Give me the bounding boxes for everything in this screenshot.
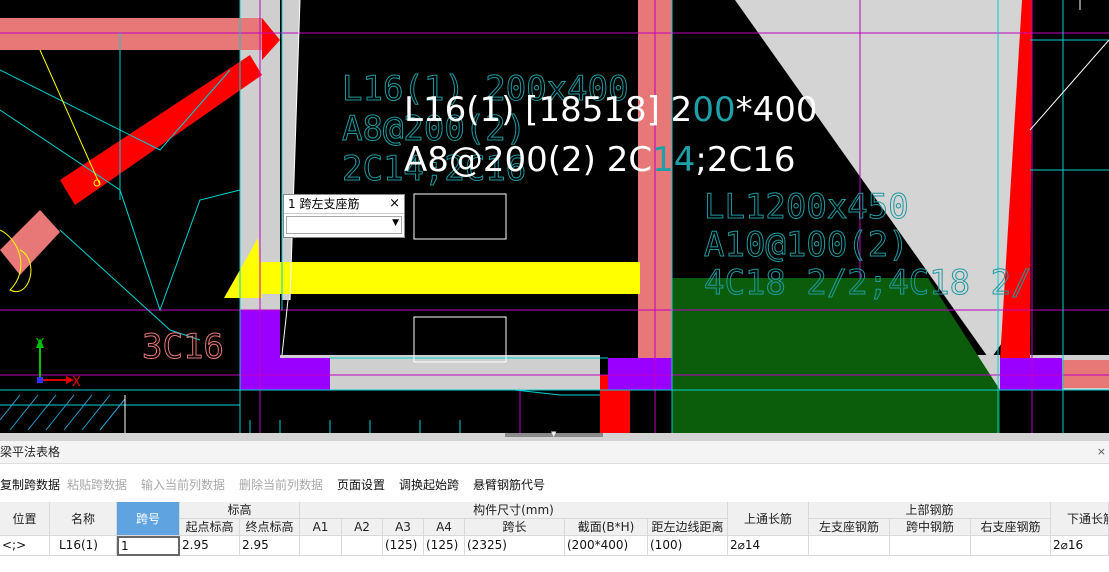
- delete-column-button[interactable]: 删除当前列数据: [239, 475, 323, 495]
- axis-x-label: X: [72, 375, 81, 390]
- header-start-elevation: 起点标高: [180, 519, 240, 536]
- beam-name-part: L16(1) [18518] 2: [404, 90, 693, 130]
- panel-close-icon[interactable]: ×: [1097, 441, 1106, 463]
- header-a2: A2: [342, 519, 383, 536]
- cell-a1[interactable]: [300, 536, 342, 556]
- cell-span-length[interactable]: (2325): [465, 536, 565, 556]
- cell-right-support-rebar[interactable]: [971, 536, 1051, 556]
- swap-start-span-button[interactable]: 调换起始跨: [399, 475, 459, 495]
- header-a4: A4: [424, 519, 465, 536]
- cell-end-elevation[interactable]: 2.95: [240, 536, 300, 556]
- beam-name-label: L16(1) [18518] 200*400: [404, 90, 817, 130]
- axis-y-label: Y: [35, 337, 44, 352]
- header-mid-span-rebar: 跨中钢筋: [890, 519, 971, 536]
- ll-stirrup-label: A10@100(2): [704, 225, 909, 265]
- beam-rebar-part: A8@200(2) 2C: [404, 140, 653, 180]
- cantilever-rebar-button[interactable]: 悬臂钢筋代号: [473, 475, 545, 495]
- cell-left-edge-distance[interactable]: (100): [648, 536, 728, 556]
- cell-span-no[interactable]: 1: [117, 536, 180, 556]
- header-top-rebar: 上部钢筋: [809, 502, 1051, 519]
- cell-section[interactable]: (200*400): [565, 536, 648, 556]
- header-left-edge-distance: 距左边线距离: [648, 519, 728, 536]
- ll-beam-label: LL1200x450: [704, 187, 909, 227]
- header-name: 名称: [50, 502, 117, 536]
- cell-position[interactable]: <;>: [0, 536, 50, 556]
- ll-rebar-label: 4C18 2/2;4C18 2/: [704, 263, 1032, 303]
- input-column-button[interactable]: 输入当前列数据: [141, 475, 225, 495]
- page-setup-button[interactable]: 页面设置: [337, 475, 385, 495]
- header-span-length: 跨长: [465, 519, 565, 536]
- header-bottom-through-rebar: 下通长筋: [1051, 502, 1109, 536]
- cell-a2[interactable]: [342, 536, 383, 556]
- beam-rebar-highlight: 14: [652, 140, 696, 180]
- cell-a3[interactable]: (125): [383, 536, 424, 556]
- beam-name-highlight: 00: [692, 90, 736, 130]
- header-a3: A3: [383, 519, 424, 536]
- chevron-down-icon[interactable]: ▼: [392, 218, 399, 228]
- header-elevation: 标高: [180, 502, 300, 519]
- header-left-support-rebar: 左支座钢筋: [809, 519, 890, 536]
- header-top-through-rebar: 上通长筋: [728, 502, 809, 536]
- axis-indicator: Y X: [35, 337, 81, 390]
- header-right-support-rebar: 右支座钢筋: [971, 519, 1051, 536]
- copy-span-button[interactable]: 复制跨数据: [0, 475, 60, 495]
- rebar-label-3c16: 3C16: [142, 327, 224, 367]
- cell-start-elevation[interactable]: 2.95: [180, 536, 240, 556]
- header-end-elevation: 终点标高: [240, 519, 300, 536]
- splitter-grip[interactable]: ▼: [505, 430, 603, 438]
- cell-name[interactable]: L16(1): [50, 536, 117, 556]
- header-position: 位置: [0, 502, 50, 536]
- support-rebar-popup: 1 跨左支座筋 × ▼: [283, 194, 405, 238]
- popup-title: 1 跨左支座筋: [284, 195, 404, 214]
- header-section: 截面(B*H): [565, 519, 648, 536]
- beam-rebar-label: A8@200(2) 2C14;2C16: [404, 140, 796, 180]
- cell-a4[interactable]: (125): [424, 536, 465, 556]
- cell-mid-span-rebar[interactable]: [890, 536, 971, 556]
- cell-left-support-rebar[interactable]: [809, 536, 890, 556]
- panel-title: 梁平法表格: [0, 445, 61, 459]
- paste-span-button[interactable]: 粘贴跨数据: [67, 475, 127, 495]
- beam-name-part: *400: [735, 90, 818, 130]
- header-a1: A1: [300, 519, 342, 536]
- panel-splitter[interactable]: ▼: [0, 430, 1109, 441]
- beam-rebar-part: ;2C16: [695, 140, 796, 180]
- cell-top-through-rebar[interactable]: 2⌀14: [728, 536, 809, 556]
- popup-rebar-select[interactable]: ▼: [286, 216, 402, 234]
- beam-table: 位置 名称 跨号 标高 起点标高 终点标高 构件尺寸(mm) A1 A2 A3 …: [0, 502, 1109, 572]
- cad-drawing: L16(1) 200x400 A8@200(2) 2C14;2C16 LL120…: [0, 0, 1109, 433]
- header-span-no[interactable]: 跨号: [117, 502, 180, 536]
- cell-bottom-through-rebar[interactable]: 2⌀16: [1051, 536, 1109, 556]
- panel-title-bar: 梁平法表格 ×: [0, 441, 1109, 464]
- popup-close-icon[interactable]: ×: [389, 195, 400, 213]
- chevron-down-icon: ▼: [551, 430, 557, 438]
- cad-viewport[interactable]: L16(1) 200x400 A8@200(2) 2C14;2C16 LL120…: [0, 0, 1109, 433]
- header-dimensions: 构件尺寸(mm): [300, 502, 728, 519]
